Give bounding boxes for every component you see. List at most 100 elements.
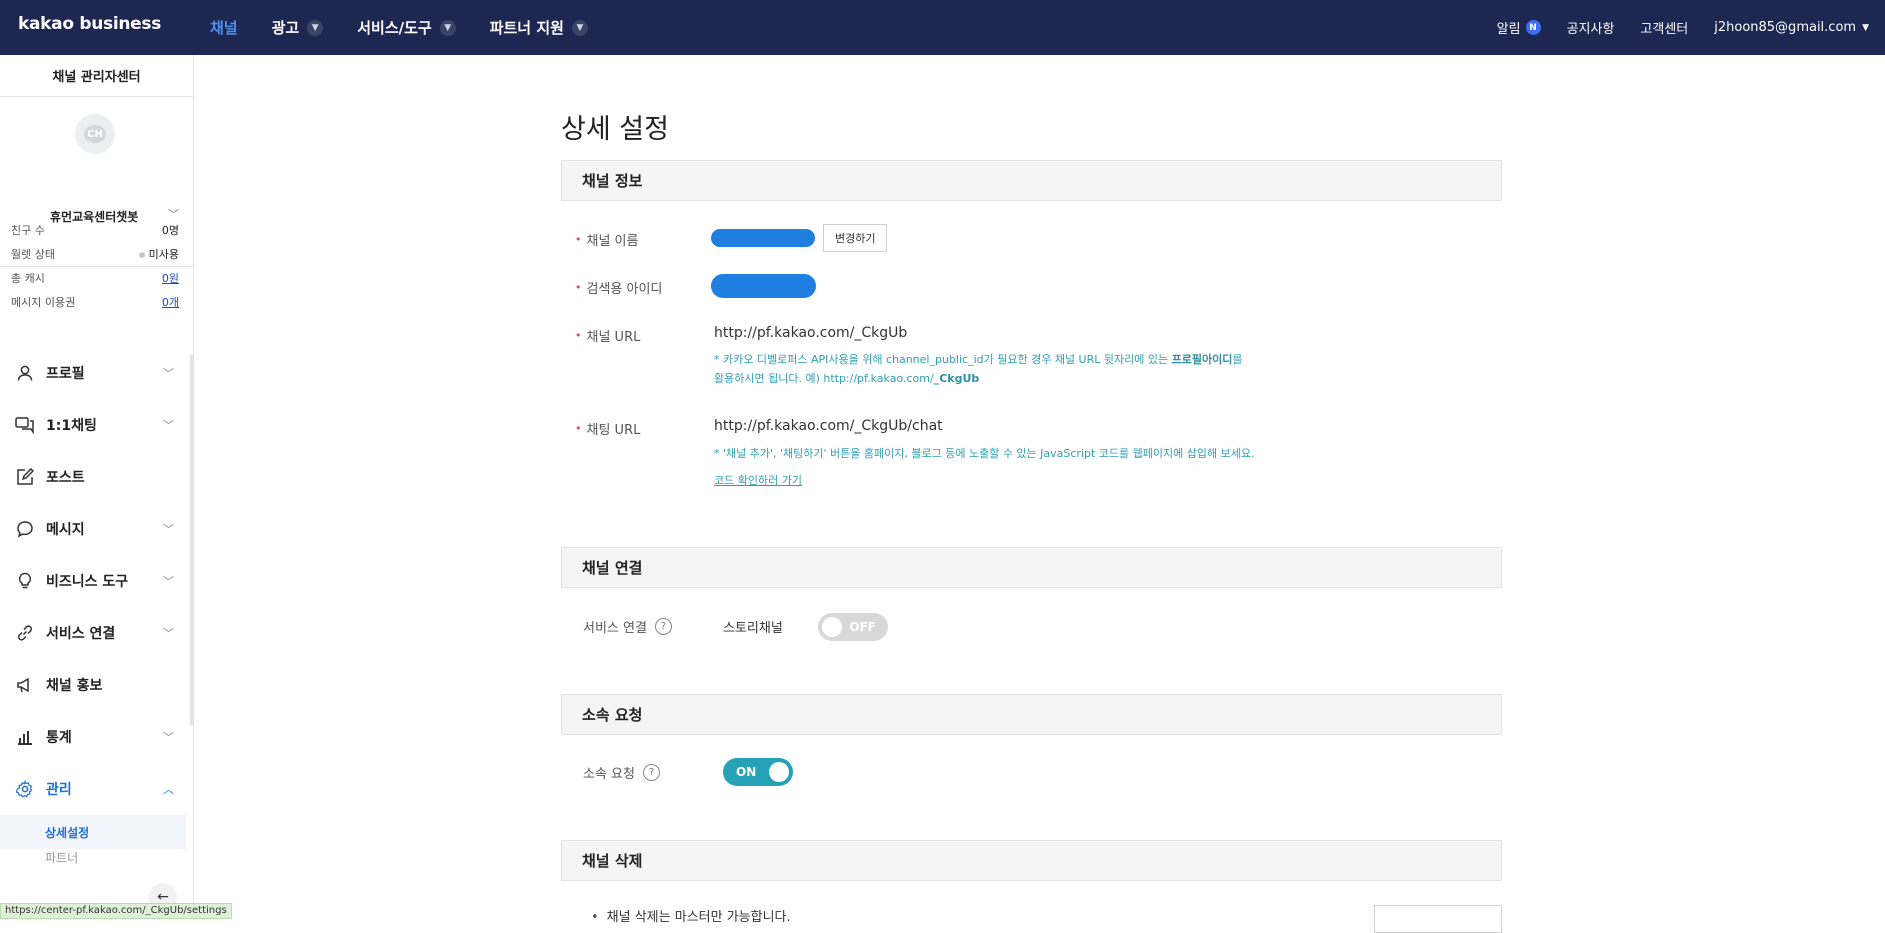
support-link[interactable]: 고객센터 [1640,18,1688,37]
code-check-link[interactable]: 코드 확인하러 가기 [714,472,802,488]
sidebar-item-service-link[interactable]: 서비스 연결 ﹀ [0,607,190,659]
chevron-down-icon: ﹀ [163,627,174,640]
alerts-label: 알림 [1496,22,1521,37]
brand-logo[interactable]: kakao business [18,14,161,34]
toggle-state: ON [736,765,757,779]
person-icon [15,363,35,383]
stat-label: 메시지 이용권 [11,296,76,309]
sidebar-item-business-tools[interactable]: 비즈니스 도구 ﹀ [0,555,190,607]
sidebar-item-post[interactable]: 포스트 [0,451,190,503]
help-icon[interactable]: ? [654,618,672,635]
affiliation-label: 소속 요청? [583,763,660,782]
account-menu[interactable]: j2hoon85@gmail.com ▼ [1714,20,1869,35]
required-mark: • [575,233,582,246]
section-channel-info: 채널 정보 [561,160,1502,201]
sidebar-item-label: 채널 홍보 [46,678,103,694]
sidebar-item-chat[interactable]: 1:1채팅 ﹀ [0,399,190,451]
chevron-down-icon: ▼ [1862,22,1869,33]
submenu-detail-settings[interactable]: 상세설정 [0,815,186,849]
stat-wallet: 월렛 상태 미사용 [11,242,179,266]
stat-label: 총 캐시 [11,272,45,285]
story-channel-label: 스토리채널 [723,621,783,636]
channel-name-label: • 채널 이름 [575,230,638,249]
cash-link[interactable]: 0원 [162,270,179,286]
change-name-button[interactable]: 변경하기 [823,224,888,252]
link-icon [15,623,35,643]
nav-partner-support[interactable]: 파트너 지원 ▼ [490,17,588,38]
stat-label: 친구 수 [11,224,45,237]
bar-chart-icon [15,727,35,747]
label-text: 채팅 URL [586,423,641,438]
new-badge: N [1525,20,1541,35]
delete-note: 채널 삭제는 마스터만 가능합니다. [591,906,791,925]
label-text: 검색용 아이디 [586,282,663,297]
channel-url-label: • 채널 URL [575,326,640,345]
main-nav: 채널 광고 ▼ 서비스/도구 ▼ 파트너 지원 ▼ [210,0,622,55]
page-title: 상세 설정 [561,114,669,145]
toggle-knob [769,762,789,782]
submenu-partner[interactable]: 파트너 [0,849,190,871]
label-text: 채널 이름 [586,234,639,249]
status-dot-icon [138,252,145,258]
chat-url-value: http://pf.kakao.com/_CkgUb/chat [714,418,943,434]
sidebar-scrollbar[interactable] [190,355,194,725]
chevron-down-icon: ▼ [439,19,456,36]
chat-icon [15,415,35,435]
chevron-down-icon: ﹀ [163,367,174,380]
channel-avatar-icon: CH [84,125,106,143]
sidebar-item-label: 통계 [46,730,72,746]
section-channel-link: 채널 연결 [561,547,1502,588]
edit-icon [15,467,35,487]
nav-channel-label: 채널 [210,19,238,37]
nav-ads[interactable]: 광고 ▼ [272,17,324,38]
note-text: * 카카오 디벨로퍼스 API사용을 위해 channel_public_id가… [714,353,1172,366]
section-affiliation: 소속 요청 [561,694,1502,735]
chat-url-label: • 채팅 URL [575,419,640,438]
chevron-down-icon: ▼ [571,19,588,36]
affiliation-toggle[interactable]: ON [723,758,793,786]
stat-message-credits: 메시지 이용권 0개 [11,290,179,314]
stat-value: 미사용 [138,246,179,262]
avatar: CH [75,114,115,154]
story-channel-toggle[interactable]: OFF [818,613,888,641]
sidebar-item-label: 메시지 [46,522,85,538]
alerts-link[interactable]: 알림 N [1497,18,1541,37]
sidebar-item-label: 관리 [46,782,72,798]
sidebar-item-manage[interactable]: 관리 ︿ [0,763,190,815]
speech-bubble-icon [15,519,35,539]
section-channel-delete: 채널 삭제 [561,840,1502,881]
note-bold: _CkgUb [933,372,980,385]
nav-ads-label: 광고 [271,19,300,37]
sidebar-item-message[interactable]: 메시지 ﹀ [0,503,190,555]
channel-stats: 친구 수 0명 월렛 상태 미사용 총 캐시 0원 메시지 이용권 0개 [11,218,179,314]
sidebar: 채널 관리자센터 CH 휴먼교육센터챗봇 ﹀ 친구 수 0명 월렛 상태 미사용 총… [0,55,194,919]
chat-url-note: * '채널 추가', '채팅하기' 버튼을 홈페이지, 블로그 등에 노출할 수… [714,447,1255,460]
sidebar-item-label: 프로필 [46,366,85,382]
stat-cash: 총 캐시 0원 [11,266,179,290]
nav-services-tools[interactable]: 서비스/도구 ▼ [357,17,456,38]
redacted-channel-name [711,229,815,247]
sidebar-item-promotion[interactable]: 채널 홍보 [0,659,190,711]
top-navbar: kakao business 채널 광고 ▼ 서비스/도구 ▼ 파트너 지원 ▼ 알림… [0,0,1885,55]
note-text: 를 [1232,353,1243,366]
sidebar-item-label: 포스트 [46,470,85,486]
chevron-up-icon: ︿ [163,783,174,796]
lightbulb-icon [15,571,35,591]
delete-channel-button[interactable] [1374,905,1502,933]
sidebar-item-profile[interactable]: 프로필 ﹀ [0,347,190,399]
label-text: 서비스 연결 [583,621,647,636]
service-link-label: 서비스 연결? [583,617,672,636]
chevron-down-icon: ﹀ [163,419,174,432]
notice-link[interactable]: 공지사항 [1567,18,1615,37]
help-icon[interactable]: ? [642,764,660,781]
chevron-down-icon: ﹀ [163,731,174,744]
redacted-search-id [711,274,816,298]
chevron-down-icon: ▼ [307,19,324,36]
label-text: 소속 요청 [583,767,635,782]
search-id-label: • 검색용 아이디 [575,278,662,297]
gear-icon [15,779,35,799]
sidebar-item-stats[interactable]: 통계 ﹀ [0,711,190,763]
credits-link[interactable]: 0개 [162,294,179,310]
stat-value: 0명 [161,224,179,237]
nav-channel[interactable]: 채널 [210,17,238,38]
